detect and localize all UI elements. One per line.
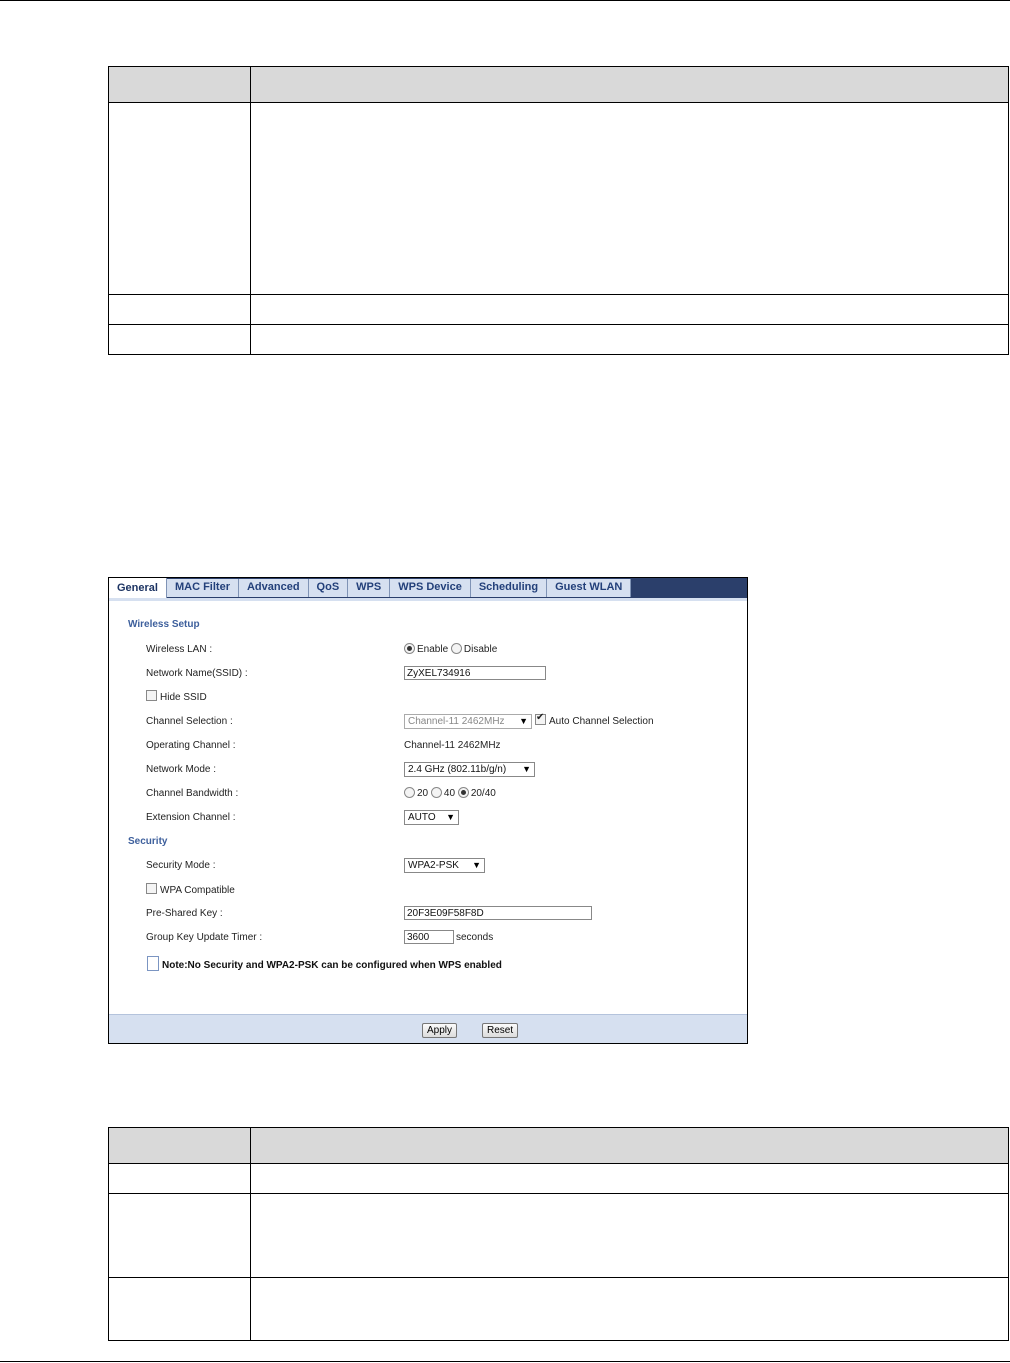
table-row <box>108 1277 1009 1341</box>
bottom-table <box>108 1127 1009 1341</box>
bw-40-radio[interactable] <box>430 787 442 798</box>
wpa-compatible-row: WPA Compatible <box>146 883 235 896</box>
psk-label: Pre-Shared Key : <box>146 908 223 919</box>
tab-bar: General MAC Filter Advanced QoS WPS WPS … <box>109 578 747 598</box>
table-header-row <box>108 66 1009 103</box>
security-mode-value: WPA2-PSK <box>408 860 459 871</box>
auto-channel-checkbox[interactable] <box>535 712 546 725</box>
apply-button[interactable]: Apply <box>422 1023 458 1038</box>
auto-channel-row: Auto Channel Selection <box>535 712 654 727</box>
bw-20-label: 20 <box>417 788 429 799</box>
wpa-compatible-label: WPA Compatible <box>160 885 235 896</box>
footer-rule <box>0 1361 1010 1362</box>
ssid-input[interactable]: ZyXEL734916 <box>404 666 546 680</box>
wireless-setup-heading: Wireless Setup <box>128 619 200 630</box>
network-mode-select[interactable]: 2.4 GHz (802.11b/g/n) ▼ <box>404 762 535 777</box>
table-row <box>108 1193 1009 1278</box>
tab-qos[interactable]: QoS <box>308 579 349 597</box>
enable-radio[interactable] <box>404 643 415 654</box>
wireless-general-panel: General MAC Filter Advanced QoS WPS WPS … <box>108 577 748 1044</box>
tab-mac-filter[interactable]: MAC Filter <box>166 579 239 597</box>
security-mode-label: Security Mode : <box>146 860 216 871</box>
chevron-down-icon: ▼ <box>522 764 531 774</box>
extension-channel-value: AUTO <box>408 812 436 823</box>
table-row <box>108 324 1009 355</box>
top-table <box>108 66 1009 355</box>
auto-channel-label: Auto Channel Selection <box>549 716 654 727</box>
wpa-compatible-checkbox[interactable] <box>146 883 157 894</box>
tab-guest-wlan[interactable]: Guest WLAN <box>547 579 632 597</box>
ssid-label: Network Name(SSID) : <box>146 668 248 679</box>
disable-radio[interactable] <box>450 643 462 654</box>
timer-label: Group Key Update Timer : <box>146 932 263 943</box>
timer-input[interactable]: 3600 <box>404 930 454 944</box>
bandwidth-label: Channel Bandwidth : <box>146 788 239 799</box>
channel-selection-value: Channel-11 2462MHz <box>408 716 505 727</box>
wireless-lan-options: Enable Disable <box>404 643 497 655</box>
button-bar: Apply Reset <box>109 1014 747 1043</box>
note-document-icon <box>147 956 159 971</box>
disable-label: Disable <box>463 644 498 655</box>
tab-general[interactable]: General <box>109 578 167 598</box>
note-text: Note:No Security and WPA2-PSK can be con… <box>162 960 502 971</box>
operating-channel-value: Channel-11 2462MHz <box>404 740 501 751</box>
enable-label: Enable <box>417 644 449 655</box>
tab-wps[interactable]: WPS <box>348 579 391 597</box>
wireless-lan-label: Wireless LAN : <box>146 644 213 655</box>
table-header-row <box>108 1127 1009 1164</box>
hide-ssid-label: Hide SSID <box>160 692 207 703</box>
network-mode-value: 2.4 GHz (802.11b/g/n) <box>408 764 507 775</box>
channel-selection-select[interactable]: Channel-11 2462MHz ▼ <box>404 714 532 729</box>
bw-40-label: 40 <box>443 788 456 799</box>
table-row <box>108 1163 1009 1194</box>
security-mode-select[interactable]: WPA2-PSK ▼ <box>404 858 485 873</box>
bw-20-radio[interactable] <box>404 787 415 798</box>
tab-scheduling[interactable]: Scheduling <box>470 579 548 597</box>
network-mode-label: Network Mode : <box>146 764 217 775</box>
wps-note: Note:No Security and WPA2-PSK can be con… <box>147 956 502 971</box>
reset-button[interactable]: Reset <box>482 1023 519 1038</box>
hide-ssid-checkbox[interactable] <box>146 690 157 701</box>
bw-2040-label: 20/40 <box>470 788 496 799</box>
hide-ssid-row: Hide SSID <box>146 690 207 703</box>
bw-2040-radio[interactable] <box>457 787 469 798</box>
security-heading: Security <box>128 836 168 847</box>
chevron-down-icon: ▼ <box>446 812 455 822</box>
extension-channel-select[interactable]: AUTO ▼ <box>404 810 459 825</box>
timer-unit: seconds <box>456 932 494 943</box>
tab-wps-device[interactable]: WPS Device <box>390 579 471 597</box>
tab-underline <box>109 598 747 601</box>
bandwidth-options: 20 40 20/40 <box>404 787 496 799</box>
chevron-down-icon: ▼ <box>519 716 528 726</box>
chevron-down-icon: ▼ <box>472 860 481 870</box>
table-row <box>108 102 1009 295</box>
tab-list: General MAC Filter Advanced QoS WPS WPS … <box>109 578 632 598</box>
channel-selection-label: Channel Selection : <box>146 716 233 727</box>
table-row <box>108 294 1009 325</box>
psk-input[interactable]: 20F3E09F58F8D <box>404 906 592 920</box>
operating-channel-label: Operating Channel : <box>146 740 236 751</box>
header-rule <box>0 0 1010 1</box>
extension-channel-label: Extension Channel : <box>146 812 236 823</box>
tab-advanced[interactable]: Advanced <box>238 579 309 597</box>
